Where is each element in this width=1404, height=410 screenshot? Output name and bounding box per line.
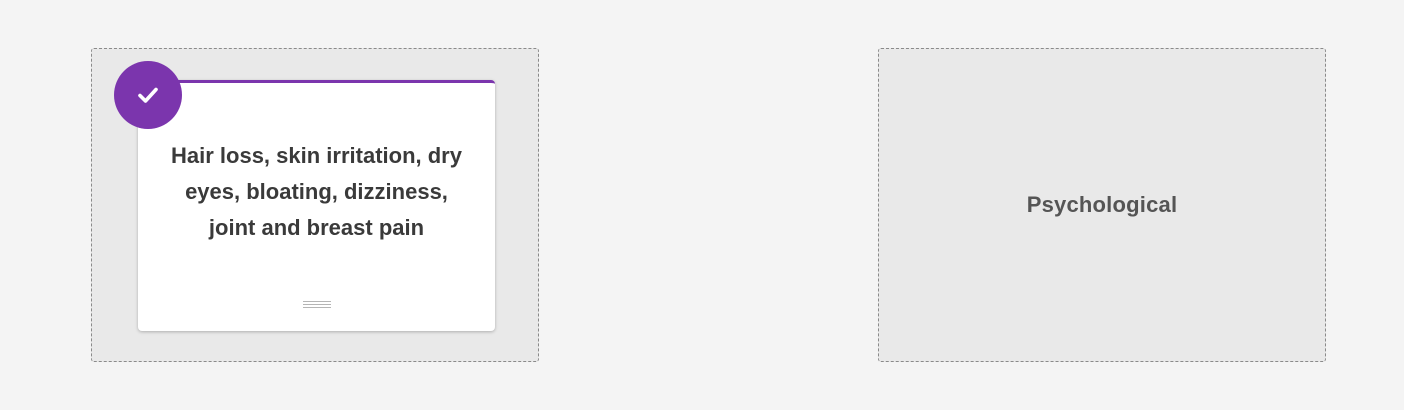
zone-label: Psychological xyxy=(1026,192,1178,217)
answer-card[interactable]: Hair loss, skin irritation, dry eyes, bl… xyxy=(138,80,495,331)
check-badge xyxy=(114,61,182,129)
drag-handle-icon[interactable] xyxy=(302,301,331,310)
card-text: Hair loss, skin irritation, dry eyes, bl… xyxy=(171,143,462,240)
drop-zone-psychological[interactable]: Psychological xyxy=(878,48,1326,362)
check-icon xyxy=(138,87,158,103)
